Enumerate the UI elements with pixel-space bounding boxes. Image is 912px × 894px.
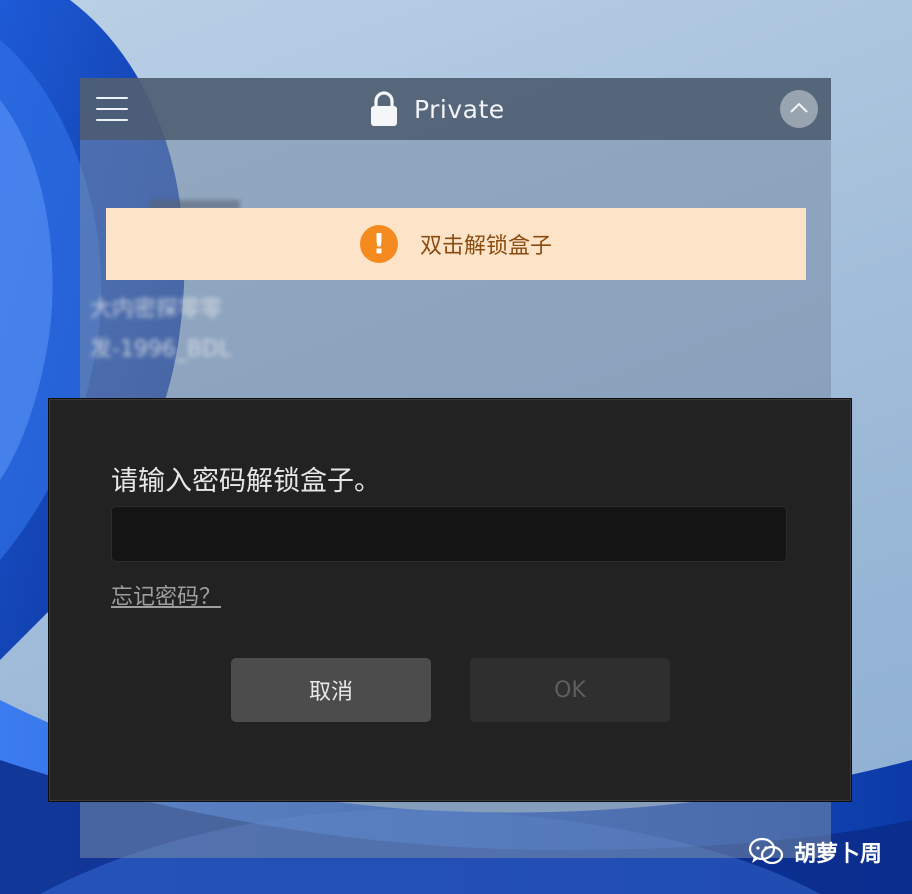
box-title-group: Private bbox=[370, 91, 505, 127]
blurred-file-line-1: 大内密探零零 bbox=[90, 297, 223, 322]
hamburger-menu-icon[interactable] bbox=[96, 97, 128, 121]
chevron-up-icon bbox=[790, 102, 808, 113]
notice-text: 双击解锁盒子 bbox=[419, 234, 552, 259]
watermark-text: 胡萝卜周 bbox=[794, 842, 883, 867]
exclamation-circle-icon: ! bbox=[359, 225, 398, 263]
unlock-password-dialog: 请输入密码解锁盒子。 忘记密码？ 取消 OK bbox=[48, 398, 852, 802]
wechat-icon bbox=[748, 837, 784, 865]
watermark: 胡萝卜周 bbox=[748, 836, 882, 868]
cancel-button[interactable]: 取消 bbox=[231, 658, 431, 722]
blurred-file-line-2: 发-1996_BDL bbox=[90, 337, 232, 362]
unlock-notice-banner[interactable]: ! 双击解锁盒子 bbox=[106, 208, 806, 280]
ok-button[interactable]: OK bbox=[470, 658, 670, 722]
lock-icon bbox=[371, 91, 397, 126]
forgot-password-link[interactable]: 忘记密码？ bbox=[111, 579, 221, 611]
box-title: Private bbox=[414, 94, 505, 124]
blurred-file-label[interactable]: 大内密探零零 发-1996_BDL bbox=[90, 290, 231, 370]
password-input[interactable] bbox=[111, 506, 787, 562]
dialog-prompt: 请输入密码解锁盒子。 bbox=[111, 466, 381, 497]
collapse-button[interactable] bbox=[780, 90, 818, 128]
desktop-wallpaper: Private 大内密探零零 发-1996_BDL ! 双击解锁盒子 请输入密码… bbox=[0, 0, 912, 894]
box-header: Private bbox=[80, 78, 831, 140]
